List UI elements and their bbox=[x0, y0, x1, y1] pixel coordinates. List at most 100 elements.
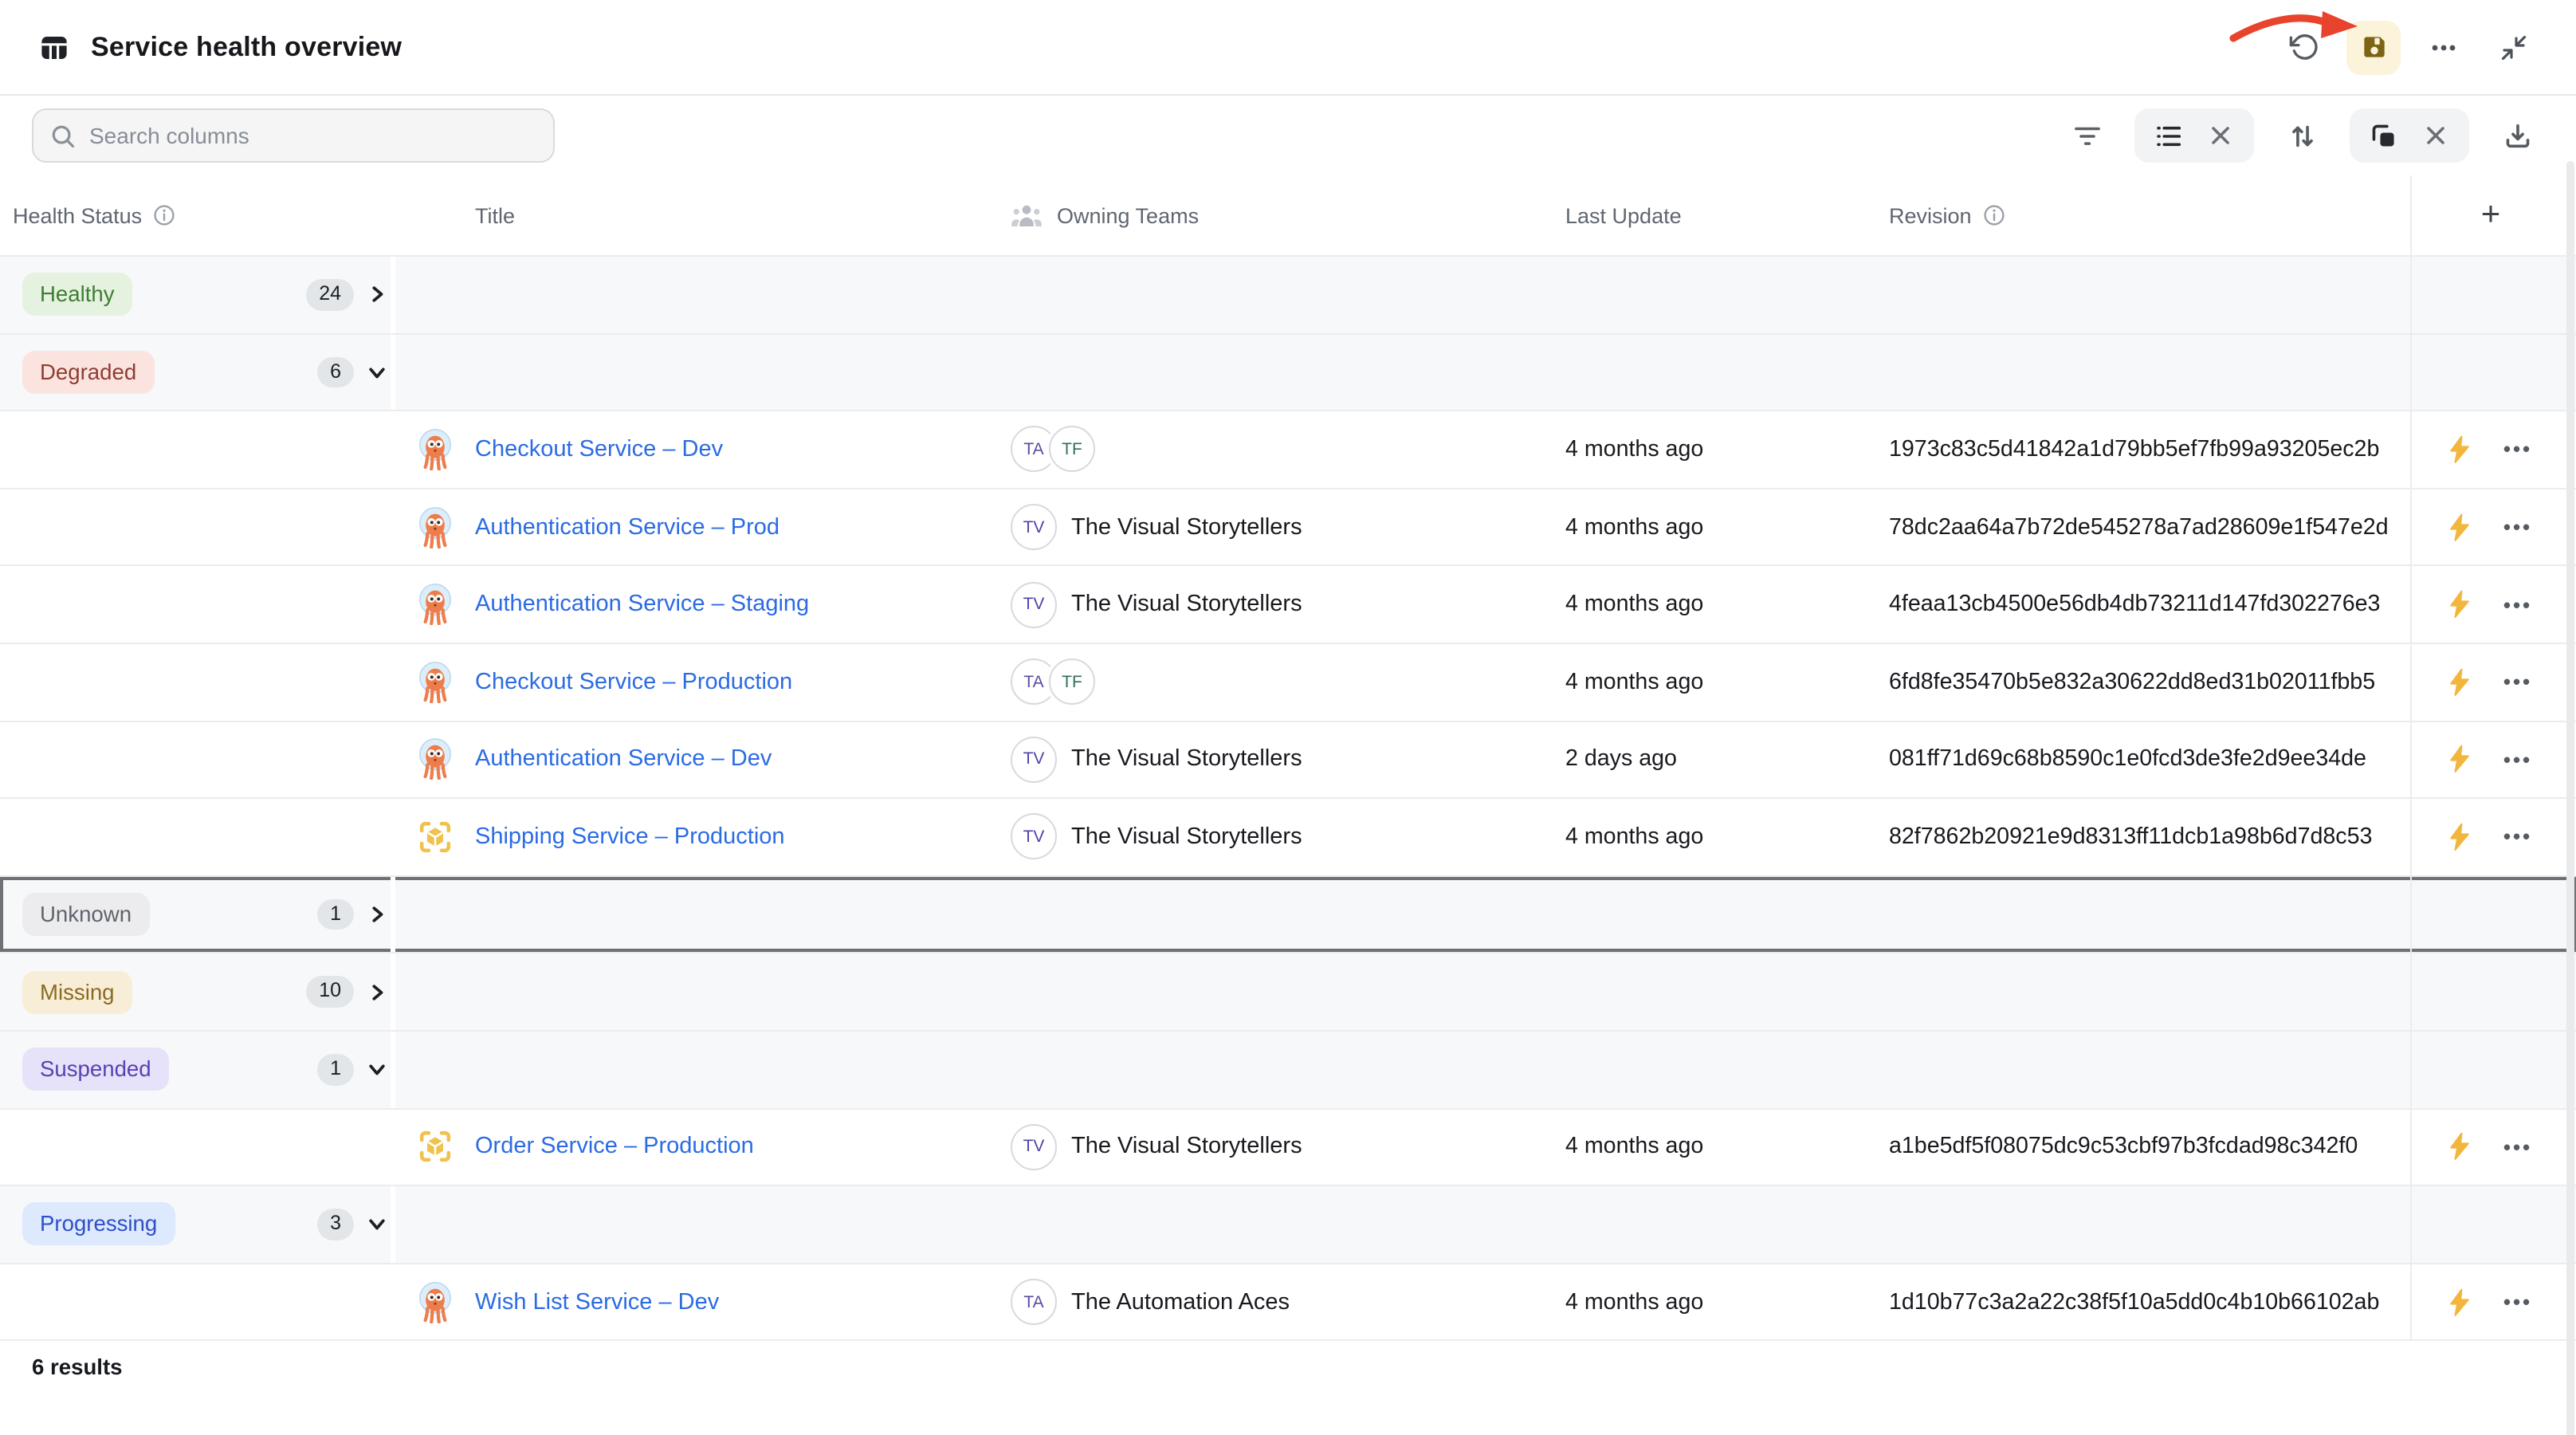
row-more-icon[interactable]: ••• bbox=[2503, 438, 2532, 462]
avatar: TF bbox=[1049, 659, 1095, 706]
chevron-icon[interactable] bbox=[363, 1212, 389, 1237]
actions-lightning-icon[interactable] bbox=[2449, 513, 2472, 541]
service-row[interactable]: Authentication Service – Prod TV The Vis… bbox=[0, 489, 2576, 567]
row-more-icon[interactable]: ••• bbox=[2503, 670, 2532, 694]
row-more-icon[interactable]: ••• bbox=[2503, 748, 2532, 772]
revision-value: 1973c83c5d41842a1d79bb5ef7fb99a93205ec2b bbox=[1889, 437, 2379, 462]
info-icon[interactable] bbox=[1983, 204, 2005, 226]
actions-lightning-icon[interactable] bbox=[2449, 435, 2472, 464]
group-row[interactable]: Missing 10 bbox=[0, 954, 2576, 1032]
chevron-icon[interactable] bbox=[363, 1056, 389, 1082]
service-title-link[interactable]: Authentication Service – Dev bbox=[475, 747, 772, 773]
service-title-link[interactable]: Shipping Service – Production bbox=[475, 824, 785, 850]
search-box[interactable] bbox=[32, 108, 555, 163]
service-row[interactable]: Checkout Service – Dev TATF 4 months ago… bbox=[0, 411, 2576, 489]
search-icon bbox=[49, 122, 77, 149]
row-more-icon[interactable]: ••• bbox=[2503, 1135, 2532, 1159]
service-row[interactable]: Authentication Service – Staging TV The … bbox=[0, 567, 2576, 644]
info-icon[interactable] bbox=[153, 204, 175, 226]
group-count-badge: 3 bbox=[300, 1209, 354, 1240]
search-input[interactable] bbox=[89, 123, 537, 148]
avatar: TV bbox=[1011, 504, 1057, 550]
group-by-pill bbox=[2350, 108, 2469, 163]
actions-lightning-icon[interactable] bbox=[2449, 823, 2472, 851]
octopus-service-icon bbox=[418, 506, 453, 548]
cube-service-icon bbox=[418, 1130, 453, 1165]
actions-lightning-icon[interactable] bbox=[2449, 1133, 2472, 1162]
top-bar: Service health overview bbox=[0, 0, 2576, 96]
team-name: The Visual Storytellers bbox=[1071, 514, 1302, 540]
row-more-icon[interactable]: ••• bbox=[2503, 592, 2532, 616]
team-avatars: TV bbox=[1011, 1124, 1057, 1170]
team-name: The Visual Storytellers bbox=[1071, 747, 1302, 773]
service-row[interactable]: Order Service – Production TV The Visual… bbox=[0, 1109, 2576, 1186]
service-title-link[interactable]: Authentication Service – Staging bbox=[475, 592, 809, 617]
team-avatars: TV bbox=[1011, 737, 1057, 783]
add-column-button[interactable]: + bbox=[2481, 196, 2501, 234]
team-avatars: TATF bbox=[1011, 427, 1095, 473]
service-title-link[interactable]: Checkout Service – Dev bbox=[475, 437, 723, 462]
row-more-icon[interactable]: ••• bbox=[2503, 825, 2532, 849]
service-title-link[interactable]: Checkout Service – Production bbox=[475, 670, 792, 695]
actions-lightning-icon[interactable] bbox=[2449, 745, 2472, 774]
service-row[interactable]: Shipping Service – Production TV The Vis… bbox=[0, 799, 2576, 876]
undo-icon[interactable] bbox=[2276, 20, 2331, 74]
avatar: TF bbox=[1049, 427, 1095, 473]
status-badge: Progressing bbox=[22, 1203, 175, 1246]
team-name: The Visual Storytellers bbox=[1071, 824, 1302, 850]
column-header-owning-teams[interactable]: Owning Teams bbox=[1001, 175, 1543, 255]
team-name: The Visual Storytellers bbox=[1071, 592, 1302, 617]
vertical-scrollbar[interactable] bbox=[2566, 161, 2574, 1435]
service-row[interactable]: Wish List Service – Dev TA The Automatio… bbox=[0, 1264, 2576, 1341]
service-title-link[interactable]: Order Service – Production bbox=[475, 1134, 754, 1160]
revision-value: 78dc2aa64a7b72de545278a7ad28609e1f547e2d bbox=[1889, 514, 2389, 540]
row-more-icon[interactable]: ••• bbox=[2503, 515, 2532, 539]
service-row[interactable]: Authentication Service – Dev TV The Visu… bbox=[0, 721, 2576, 799]
group-row[interactable]: Degraded 6 bbox=[0, 334, 2576, 411]
service-row[interactable]: Checkout Service – Production TATF 4 mon… bbox=[0, 644, 2576, 721]
sort-icon[interactable] bbox=[2275, 108, 2329, 163]
octopus-service-icon bbox=[418, 584, 453, 625]
chevron-icon[interactable] bbox=[363, 360, 389, 385]
status-badge: Degraded bbox=[22, 351, 154, 394]
service-title-link[interactable]: Wish List Service – Dev bbox=[475, 1289, 719, 1315]
table-toolbar bbox=[0, 96, 2576, 175]
group-row[interactable]: Unknown 1 bbox=[0, 877, 2576, 954]
more-options-icon[interactable] bbox=[2417, 20, 2471, 74]
column-header-last-update[interactable]: Last Update bbox=[1543, 175, 1865, 255]
clear-list-view-icon[interactable] bbox=[2201, 116, 2240, 155]
chevron-icon[interactable] bbox=[363, 282, 389, 308]
group-by-icon[interactable] bbox=[2364, 116, 2402, 155]
service-title-link[interactable]: Authentication Service – Prod bbox=[475, 514, 779, 540]
team-avatars: TA bbox=[1011, 1279, 1057, 1325]
group-row[interactable]: Suspended 1 bbox=[0, 1032, 2576, 1109]
actions-lightning-icon[interactable] bbox=[2449, 668, 2472, 697]
column-header-revision[interactable]: Revision bbox=[1865, 175, 2410, 255]
status-badge: Suspended bbox=[22, 1048, 169, 1091]
list-view-icon[interactable] bbox=[2149, 116, 2187, 155]
filter-icon[interactable] bbox=[2060, 108, 2114, 163]
last-update-value: 2 days ago bbox=[1565, 747, 1677, 773]
column-header-title[interactable]: Title bbox=[395, 175, 1001, 255]
group-row[interactable]: Healthy 24 bbox=[0, 257, 2576, 334]
team-avatars: TATF bbox=[1011, 659, 1095, 706]
actions-lightning-icon[interactable] bbox=[2449, 590, 2472, 619]
actions-lightning-icon[interactable] bbox=[2449, 1288, 2472, 1316]
last-update-value: 4 months ago bbox=[1565, 670, 1703, 695]
column-header-health-status[interactable]: Health Status bbox=[0, 175, 395, 255]
status-badge: Unknown bbox=[22, 893, 149, 936]
team-name: The Visual Storytellers bbox=[1071, 1134, 1302, 1160]
revision-value: 081ff71d69c68b8590c1e0fcd3de3fe2d9ee34de bbox=[1889, 747, 2366, 773]
collapse-icon[interactable] bbox=[2487, 20, 2541, 74]
app-window: Service health overview bbox=[0, 0, 2576, 1435]
results-count: 6 results bbox=[32, 1355, 123, 1379]
group-count-badge: 1 bbox=[300, 1054, 354, 1086]
clear-group-by-icon[interactable] bbox=[2417, 116, 2455, 155]
save-view-icon[interactable] bbox=[2346, 20, 2401, 74]
avatar: TV bbox=[1011, 581, 1057, 627]
group-row[interactable]: Progressing 3 bbox=[0, 1186, 2576, 1264]
chevron-icon[interactable] bbox=[363, 902, 389, 927]
download-icon[interactable] bbox=[2490, 108, 2544, 163]
chevron-icon[interactable] bbox=[363, 979, 389, 1005]
row-more-icon[interactable]: ••• bbox=[2503, 1290, 2532, 1314]
